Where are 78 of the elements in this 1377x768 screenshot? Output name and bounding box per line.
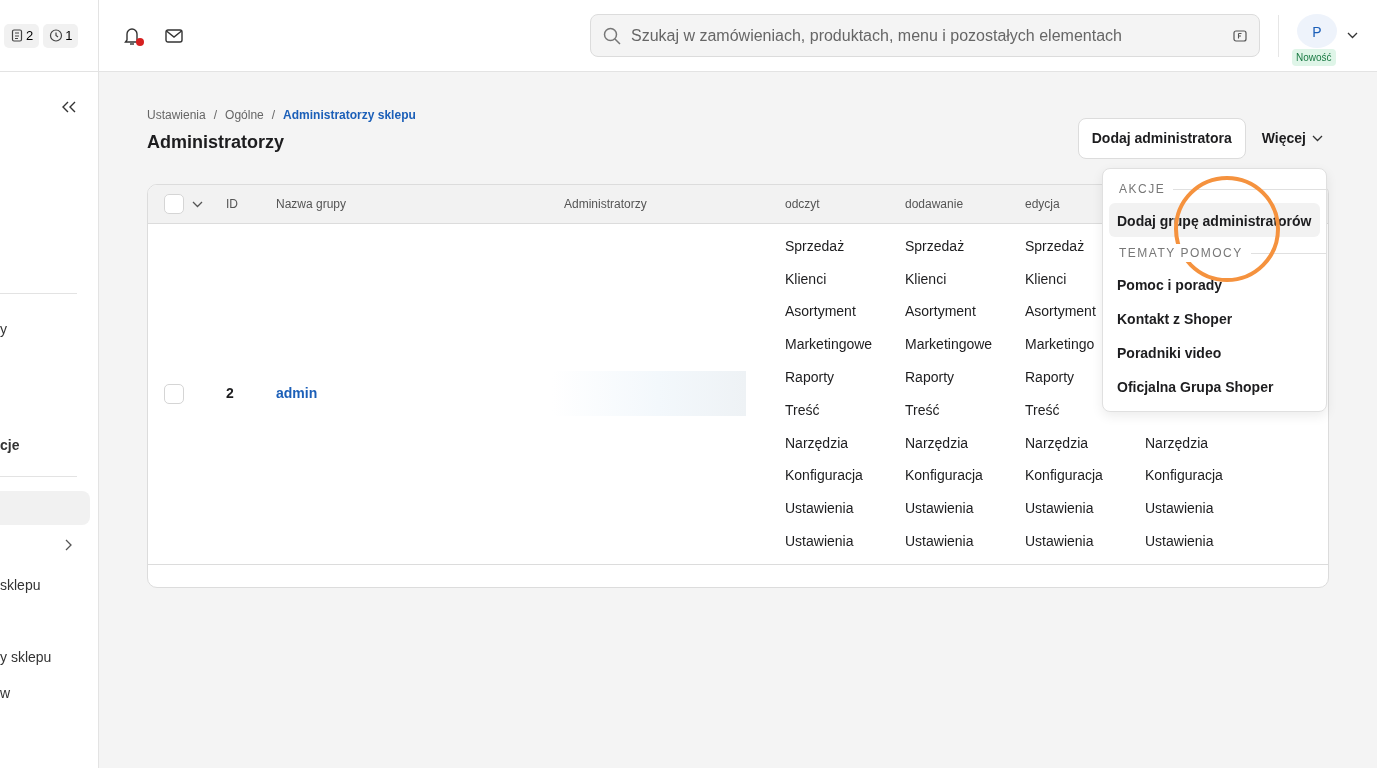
table-cell-text: Asortyment [785, 302, 856, 322]
table-cell-text: Sprzedaż [905, 236, 965, 256]
clipboard-icon [10, 28, 24, 43]
clock-icon [49, 28, 64, 43]
menu-section-heading: TEMATY POMOCY [1119, 244, 1243, 262]
bell-icon[interactable] [123, 25, 141, 46]
menu-item[interactable]: Poradniki video [1109, 335, 1320, 369]
table-cell-text: Raporty [905, 368, 955, 388]
sidebar-item[interactable]: w [0, 676, 98, 710]
column-header: Nazwa grupy [276, 196, 348, 213]
page-title: Administratorzy [147, 131, 285, 154]
column-header: edycja [1025, 196, 1061, 213]
column-header: odczyt [785, 196, 821, 213]
table-cell-text: Ustawienia [1145, 499, 1214, 519]
table-cell-text: Ustawienia [1025, 499, 1094, 519]
chevron-down-icon [1312, 135, 1323, 142]
table-cell-text: Treść [1025, 400, 1060, 420]
table-cell-text: Narzędzia [905, 433, 969, 453]
column-header: Administratorzy [564, 196, 648, 213]
keyboard-shortcut-icon [1233, 29, 1247, 42]
row-checkbox[interactable] [164, 384, 184, 404]
sidebar-item[interactable]: y [0, 312, 98, 346]
group-link[interactable]: admin [276, 385, 318, 402]
search-icon [603, 26, 621, 45]
table-cell-text: Asortyment [1025, 302, 1096, 322]
table-cell-text: Ustawienia [785, 532, 854, 552]
column-header: dodawanie [905, 196, 965, 213]
table-cell-text: Konfiguracja [1145, 466, 1223, 486]
select-all-checkbox[interactable] [164, 194, 184, 214]
table-cell-text: Raporty [1025, 368, 1075, 388]
table-cell-text: Ustawienia [905, 532, 974, 552]
table-cell-text: Klienci [905, 269, 947, 289]
table-cell-text: Marketingowe [785, 335, 873, 355]
chevron-right-icon[interactable] [65, 539, 72, 551]
breadcrumb-link[interactable]: Ogólne [225, 106, 264, 124]
breadcrumb-separator: / [213, 107, 218, 124]
new-badge: Nowość [1292, 48, 1336, 66]
table-cell-text: Ustawienia [1145, 532, 1214, 552]
table-cell-text: Konfiguracja [785, 466, 863, 486]
search-bar[interactable]: Szukaj w zamówieniach, produktach, menu i pozostałych elementach [590, 14, 1260, 57]
menu-item[interactable]: Oficjalna Grupa Shoper [1109, 369, 1320, 403]
table-cell-text: Sprzedaż [1025, 236, 1085, 256]
table-cell-text: Narzędzia [785, 433, 849, 453]
table-cell-text: Marketingo [1025, 335, 1095, 355]
table-cell: 2 [226, 385, 234, 402]
sidebar-item[interactable]: cje [0, 428, 98, 462]
orders-counter[interactable]: 2 [4, 23, 40, 48]
sidebar-item[interactable]: sklepu [0, 568, 98, 602]
pending-counter[interactable]: 1 [43, 23, 79, 48]
breadcrumb-link[interactable]: Ustawienia [147, 106, 206, 124]
menu-item[interactable]: Kontakt z Shoper [1109, 301, 1320, 335]
chevron-down-icon[interactable] [192, 200, 203, 208]
table-cell-text: Narzędzia [1025, 433, 1089, 453]
search-field[interactable]: Szukaj w zamówieniach, produktach, menu i pozostałych elementach [629, 22, 1225, 49]
table-cell-text: Asortyment [905, 302, 976, 322]
table-cell-text: Treść [905, 400, 940, 420]
table-cell-text: Narzędzia [1145, 433, 1209, 453]
table-cell-text: Klienci [1025, 269, 1067, 289]
mail-icon[interactable] [165, 28, 183, 43]
column-header: ID [226, 196, 239, 213]
table-cell-text: Konfiguracja [1025, 466, 1103, 486]
collapse-icon[interactable] [62, 101, 76, 113]
table-cell-text: Raporty [785, 368, 835, 388]
table-cell-text: Konfiguracja [905, 466, 983, 486]
table-cell-text: Ustawienia [1025, 532, 1094, 552]
table-cell-text: Ustawienia [785, 499, 854, 519]
sidebar-item[interactable]: y sklepu [0, 640, 98, 674]
breadcrumb-separator: / [271, 107, 276, 124]
table-cell-text: Klienci [785, 269, 827, 289]
table-cell-text: Treść [785, 400, 820, 420]
table-cell-text: Ustawienia [905, 499, 974, 519]
breadcrumb-current: Administratorzy sklepu [283, 107, 416, 124]
table-cell-text: Sprzedaż [785, 236, 845, 256]
add-admin-button[interactable]: Dodaj administratora [1077, 118, 1246, 159]
table-cell-text: Marketingowe [905, 335, 993, 355]
chevron-down-icon[interactable] [1347, 32, 1358, 39]
menu-item[interactable]: Pomoc i porady [1109, 267, 1320, 301]
more-button[interactable]: Więcej [1245, 119, 1329, 158]
